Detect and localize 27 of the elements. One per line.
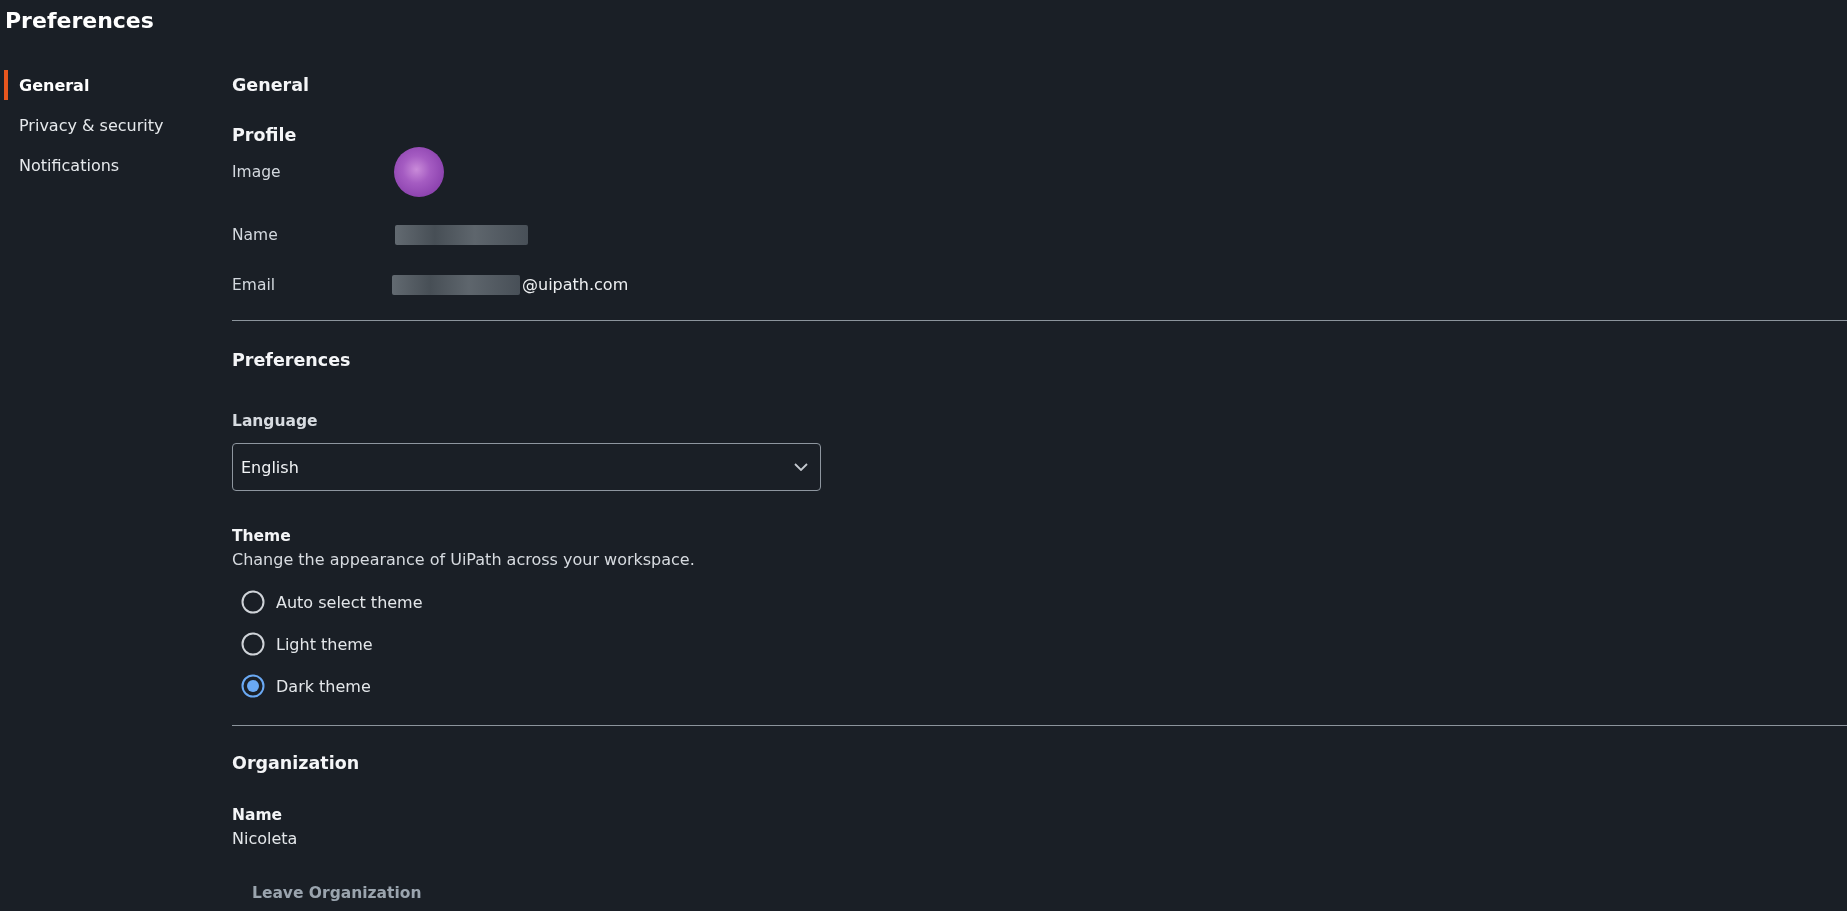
radio-icon[interactable] <box>241 590 265 614</box>
theme-description: Change the appearance of UiPath across your workspace. <box>232 549 695 571</box>
field-label: Name <box>232 805 283 826</box>
email-domain: @uipath.com <box>522 274 629 296</box>
field-label: Image <box>232 162 282 183</box>
theme-radio-option[interactable]: Dark theme <box>232 665 371 707</box>
field-label: Name <box>232 225 279 246</box>
radio-icon[interactable] <box>241 674 265 698</box>
section-heading: General <box>232 74 309 97</box>
radio-icon[interactable] <box>241 632 265 656</box>
field-label: Theme <box>232 526 291 547</box>
avatar-placeholder <box>394 147 444 197</box>
theme-radio-option[interactable]: Auto select theme <box>232 581 423 623</box>
theme-radio-option[interactable]: Light theme <box>232 623 373 665</box>
chevron-down-icon <box>794 463 808 471</box>
field-label: Email <box>232 275 276 296</box>
section-heading: Preferences <box>232 349 351 372</box>
organization-name: Nicoleta <box>232 828 298 850</box>
sidebar-tab[interactable]: Notifications <box>4 150 120 180</box>
field-label: Language <box>232 411 318 432</box>
section-heading: Organization <box>232 752 360 775</box>
sidebar-tab[interactable]: General <box>4 70 90 100</box>
leave-organization-button[interactable]: Leave Organization <box>232 875 442 911</box>
page-title: Preferences <box>5 7 154 35</box>
sidebar-tab[interactable]: Privacy & security <box>4 110 164 140</box>
section-heading: Profile <box>232 124 297 147</box>
language-dropdown[interactable]: English <box>232 443 821 491</box>
